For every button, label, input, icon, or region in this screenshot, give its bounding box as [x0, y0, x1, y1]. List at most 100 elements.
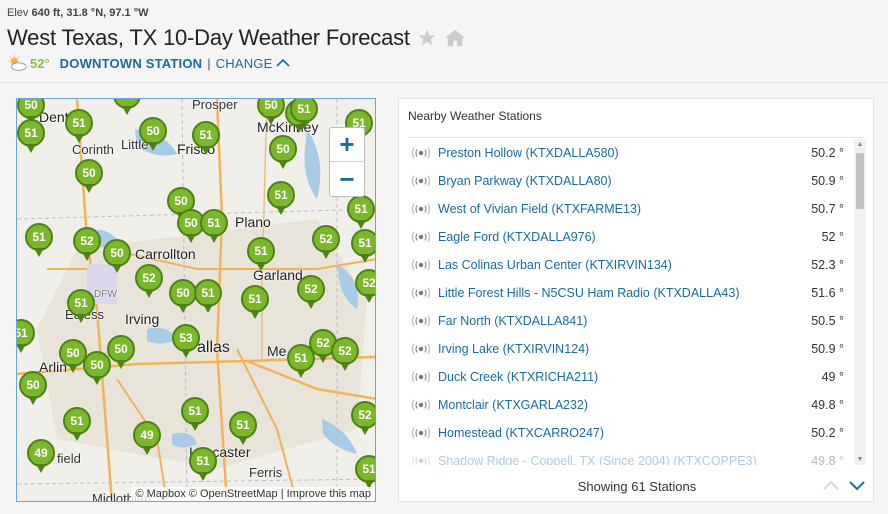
station-marker[interactable]: 50 — [107, 335, 135, 371]
station-marker[interactable]: 50 — [169, 279, 197, 315]
station-marker[interactable]: 50 — [139, 117, 167, 153]
marker-temp: 53 — [172, 324, 200, 352]
station-name[interactable]: Duck Creek (KTXRICHA211) — [438, 370, 790, 384]
station-marker[interactable]: 51 — [241, 285, 269, 321]
scroll-down-arrow[interactable]: ▼ — [856, 456, 864, 463]
station-marker[interactable]: 51 — [67, 289, 95, 325]
station-marker[interactable]: 50 — [103, 239, 131, 275]
station-marker[interactable]: 53 — [172, 324, 200, 360]
station-marker[interactable]: 51 — [63, 407, 91, 443]
marker-temp: 51 — [229, 411, 257, 439]
station-marker[interactable]: 50 — [19, 371, 47, 407]
station-marker[interactable]: 51 — [194, 279, 222, 315]
current-station-row: 52° DOWNTOWN STATION | CHANGE — [7, 54, 291, 72]
station-marker[interactable]: 52 — [355, 269, 375, 305]
station-name[interactable]: Homestead (KTXCARRO247) — [438, 426, 790, 440]
station-marker[interactable]: 51 — [192, 121, 220, 157]
station-marker[interactable]: 51 — [25, 223, 53, 259]
marker-pin — [356, 220, 366, 229]
scrollbar-thumb[interactable] — [856, 153, 864, 209]
osm-link[interactable]: © OpenStreetMap — [189, 488, 278, 500]
station-name[interactable]: Bryan Parkway (KTXDALLA80) — [438, 174, 790, 188]
station-marker[interactable]: 51 — [347, 195, 375, 231]
station-marker[interactable]: 50 — [257, 99, 285, 127]
station-marker[interactable]: 51 — [17, 119, 45, 155]
mapbox-link[interactable]: © Mapbox — [135, 488, 185, 500]
station-name[interactable]: Eagle Ford (KTXDALLA976) — [438, 230, 790, 244]
station-marker[interactable]: 51 — [17, 319, 35, 355]
station-marker[interactable]: 51 — [351, 229, 375, 265]
station-name-link[interactable]: DOWNTOWN STATION — [60, 56, 203, 71]
station-marker[interactable]: 51 — [247, 237, 275, 273]
stations-map[interactable]: Dent Prosper McKinney Corinth Little Fri… — [16, 98, 376, 502]
station-row[interactable]: Homestead (KTXCARRO247) 50.2 ° — [408, 419, 850, 447]
chevron-up-icon[interactable] — [276, 57, 291, 69]
marker-pin — [28, 396, 38, 405]
home-icon[interactable] — [444, 27, 466, 49]
page: Elev 640 ft, 31.8 °N, 97.1 °W West Texas… — [0, 0, 888, 514]
station-marker[interactable]: 51 — [355, 455, 375, 491]
station-name[interactable]: Far North (KTXDALLA841) — [438, 314, 790, 328]
station-marker[interactable]: 51 — [65, 109, 93, 145]
station-temp: 52 ° — [821, 230, 844, 244]
station-row[interactable]: Montclair (KTXGARLA232) 49.8 ° — [408, 391, 850, 419]
station-marker[interactable]: 51 — [229, 411, 257, 447]
star-icon[interactable] — [416, 27, 438, 49]
station-name[interactable]: Little Forest Hills - N5CSU Ham Radio (K… — [438, 286, 790, 300]
station-marker[interactable]: 52 — [331, 337, 359, 373]
station-row[interactable]: Bryan Parkway (KTXDALLA80) 50.9 ° — [408, 167, 850, 195]
station-name[interactable]: Las Colinas Urban Center (KTXIRVIN134) — [438, 258, 790, 272]
marker-temp: 51 — [347, 195, 375, 223]
chevron-down-icon[interactable] — [848, 477, 866, 493]
station-marker[interactable]: 52 — [297, 275, 325, 311]
station-row[interactable]: Las Colinas Urban Center (KTXIRVIN134) 52… — [408, 251, 850, 279]
page-title: West Texas, TX 10-Day Weather Forecast — [7, 25, 410, 50]
scroll-up-arrow[interactable]: ▲ — [856, 141, 864, 148]
station-marker[interactable]: 50 — [269, 135, 297, 171]
marker-pin — [238, 436, 248, 445]
station-marker[interactable]: 52 — [135, 264, 163, 300]
marker-temp: 50 — [169, 279, 197, 307]
marker-temp: 49 — [27, 439, 55, 467]
station-marker[interactable]: 51 — [287, 344, 315, 380]
station-list[interactable]: Preston Hollow (KTXDALLA580) 50.2 ° Bryan … — [408, 139, 850, 465]
scrollbar[interactable]: ▲ ▼ — [854, 139, 866, 465]
station-temp: 49 ° — [821, 370, 844, 384]
station-row[interactable]: Irving Lake (KTXIRVIN124) 50.9 ° — [408, 335, 850, 363]
station-marker[interactable]: 51 — [200, 209, 228, 245]
station-row[interactable]: Preston Hollow (KTXDALLA580) 50.2 ° — [408, 139, 850, 167]
station-marker[interactable]: 50 — [75, 159, 103, 195]
zoom-out-button[interactable]: − — [330, 162, 364, 196]
station-row[interactable]: Shadow Ridge - Coppell, TX (Since 2004) … — [408, 447, 850, 465]
signal-icon — [408, 203, 438, 215]
station-marker[interactable]: 51 — [181, 397, 209, 433]
change-station-link[interactable]: CHANGE — [216, 56, 273, 71]
zoom-in-button[interactable]: + — [330, 128, 364, 162]
station-row[interactable]: Little Forest Hills - N5CSU Ham Radio (K… — [408, 279, 850, 307]
station-name[interactable]: Irving Lake (KTXIRVIN124) — [438, 342, 790, 356]
station-marker[interactable]: 51 — [267, 181, 295, 217]
chevron-up-icon[interactable] — [822, 477, 840, 493]
station-marker[interactable]: 49 — [27, 439, 55, 475]
marker-pin — [321, 250, 331, 259]
station-marker[interactable]: 52 — [351, 401, 375, 437]
improve-map-link[interactable]: Improve this map — [287, 488, 371, 500]
station-name[interactable]: West of Vivian Field (KTXFARME13) — [438, 202, 790, 216]
station-marker[interactable]: 52 — [73, 227, 101, 263]
station-row[interactable]: West of Vivian Field (KTXFARME13) 50.7 ° — [408, 195, 850, 223]
station-marker[interactable]: 50 — [113, 99, 141, 117]
station-row[interactable]: Eagle Ford (KTXDALLA976) 52 ° — [408, 223, 850, 251]
station-name[interactable]: Montclair (KTXGARLA232) — [438, 398, 790, 412]
station-marker[interactable]: 51 — [189, 447, 217, 483]
station-name[interactable]: Preston Hollow (KTXDALLA580) — [438, 146, 790, 160]
station-marker[interactable]: 52 — [312, 225, 340, 261]
station-row[interactable]: Duck Creek (KTXRICHA211) 49 ° — [408, 363, 850, 391]
station-name[interactable]: Shadow Ridge - Coppell, TX (Since 2004) … — [438, 454, 790, 465]
marker-pin — [178, 304, 188, 313]
marker-pin — [82, 252, 92, 261]
map-label-mesquite: Me — [267, 343, 287, 359]
marker-pin — [17, 344, 26, 353]
station-row[interactable]: Far North (KTXDALLA841) 50.5 ° — [408, 307, 850, 335]
station-marker[interactable]: 51 — [290, 99, 318, 131]
station-marker[interactable]: 49 — [133, 421, 161, 457]
